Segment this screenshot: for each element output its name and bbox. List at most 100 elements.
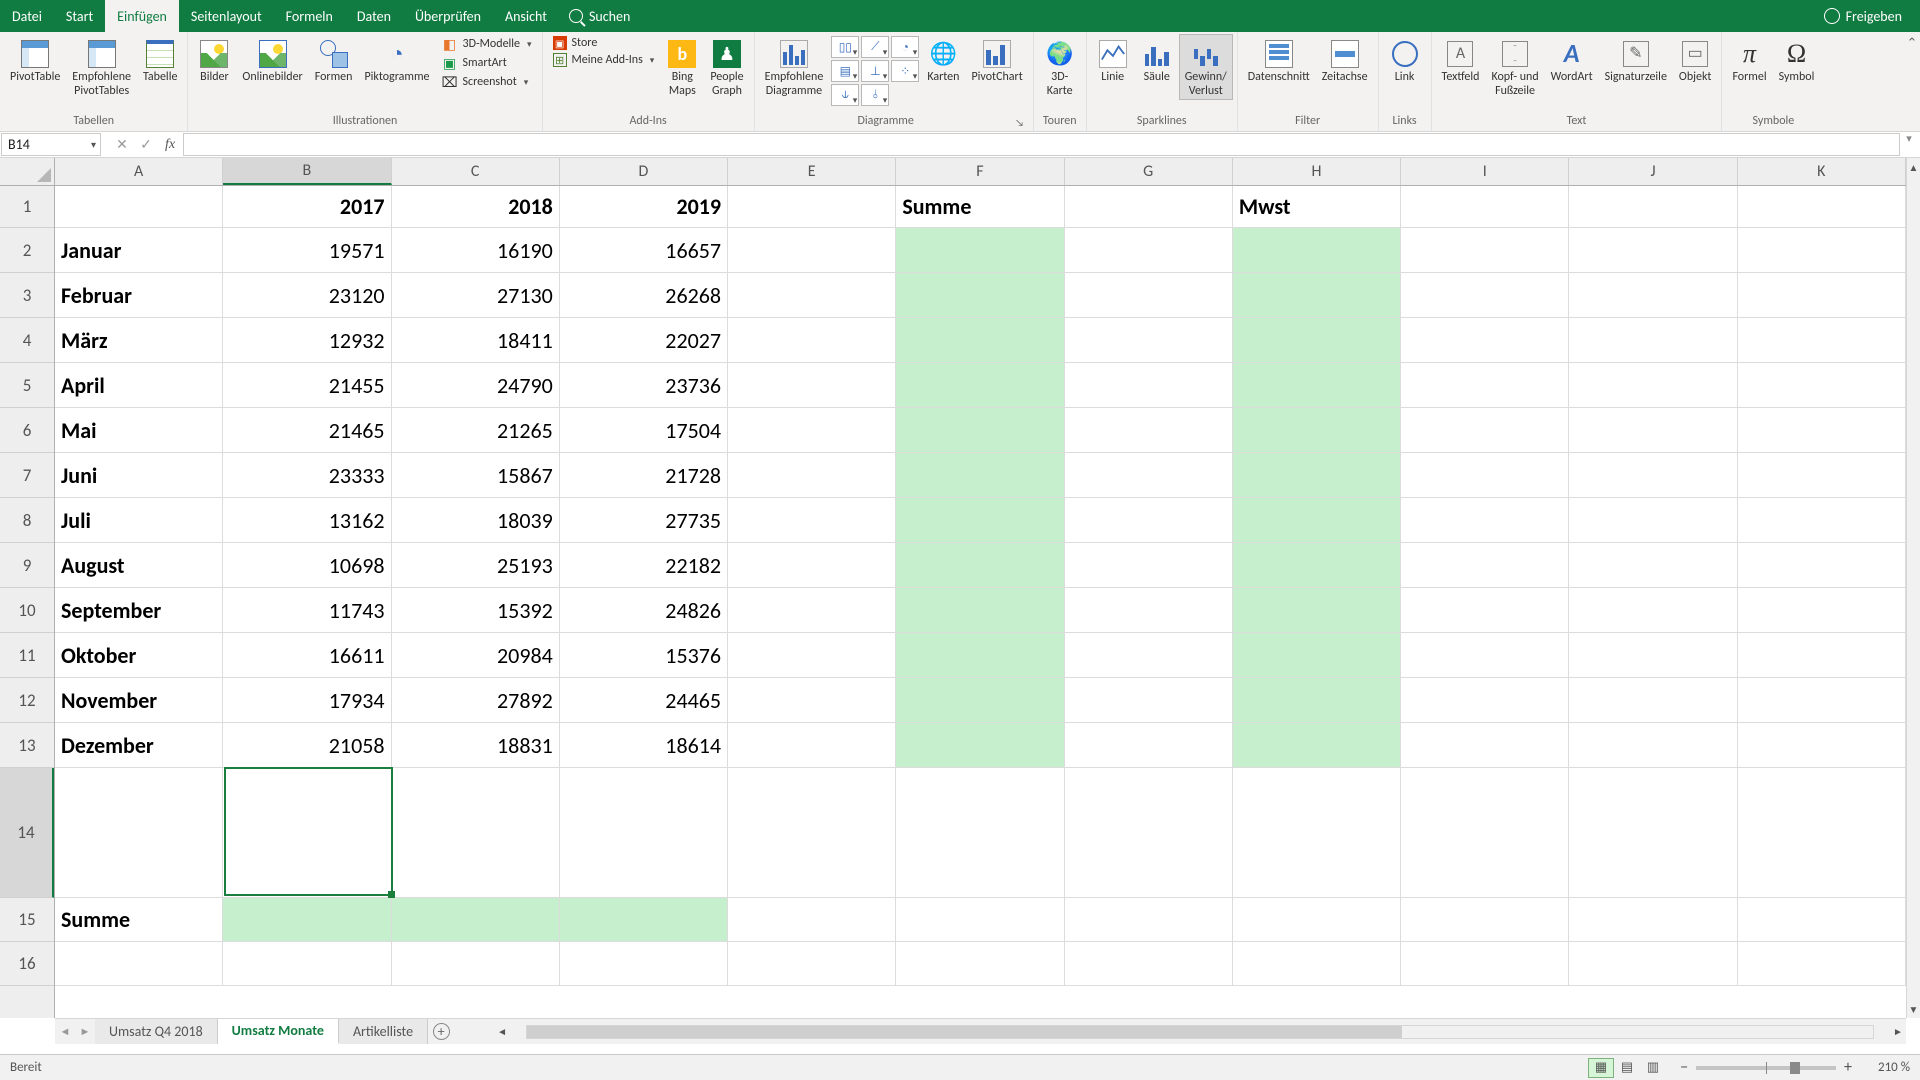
cell-C14[interactable] (392, 768, 560, 898)
cell-H1[interactable]: Mwst (1233, 186, 1401, 228)
column-header-C[interactable]: C (392, 158, 560, 185)
cell-B14[interactable] (223, 768, 391, 898)
cell-B8[interactable]: 13162 (223, 498, 391, 543)
cell-K12[interactable] (1738, 678, 1906, 723)
cell-B12[interactable]: 17934 (223, 678, 391, 723)
scroll-down-button[interactable]: ▼ (1907, 1000, 1920, 1018)
cell-D4[interactable]: 22027 (560, 318, 728, 363)
cell-C10[interactable]: 15392 (392, 588, 560, 633)
cell-C16[interactable] (392, 942, 560, 986)
object-button[interactable]: ▭ Objekt (1673, 34, 1718, 86)
scroll-right-button[interactable]: ► (1890, 1025, 1906, 1039)
tab-ueberpruefen[interactable]: Überprüfen (403, 0, 493, 32)
insert-function-button[interactable]: fx (158, 132, 182, 157)
cell-E16[interactable] (728, 942, 896, 986)
row-header-11[interactable]: 11 (0, 633, 54, 678)
sparkline-line-button[interactable]: Linie (1091, 34, 1135, 86)
store-button[interactable]: ▣Store (550, 35, 658, 51)
cell-J7[interactable] (1569, 453, 1737, 498)
cell-G13[interactable] (1065, 723, 1233, 768)
zoom-level[interactable]: 210 % (1860, 1060, 1910, 1075)
online-pictures-button[interactable]: Onlinebilder (236, 34, 308, 86)
cell-J12[interactable] (1569, 678, 1737, 723)
row-header-4[interactable]: 4 (0, 318, 54, 363)
cell-A14[interactable] (55, 768, 223, 898)
cell-G1[interactable] (1065, 186, 1233, 228)
sheet-nav-next[interactable]: ► (75, 1019, 95, 1044)
cell-C15[interactable] (392, 898, 560, 942)
combo-chart-button[interactable]: ⫰▾ (861, 84, 889, 106)
cell-K9[interactable] (1738, 543, 1906, 588)
collapse-ribbon-button[interactable]: ⌃ (1904, 32, 1920, 131)
column-header-B[interactable]: B (223, 158, 391, 185)
cell-E13[interactable] (728, 723, 896, 768)
new-sheet-button[interactable]: + (428, 1019, 454, 1044)
cell-D15[interactable] (560, 898, 728, 942)
cell-E2[interactable] (728, 228, 896, 273)
cell-F2[interactable] (896, 228, 1064, 273)
select-all-button[interactable] (0, 158, 55, 186)
cell-I5[interactable] (1401, 363, 1569, 408)
row-header-2[interactable]: 2 (0, 228, 54, 273)
zoom-in-button[interactable]: + (1844, 1058, 1852, 1077)
cell-D2[interactable]: 16657 (560, 228, 728, 273)
cell-I16[interactable] (1401, 942, 1569, 986)
vertical-scrollbar[interactable]: ▲ ▼ (1906, 158, 1920, 1018)
cell-E15[interactable] (728, 898, 896, 942)
cell-G9[interactable] (1065, 543, 1233, 588)
cell-H2[interactable] (1233, 228, 1401, 273)
cell-H12[interactable] (1233, 678, 1401, 723)
cell-K1[interactable] (1738, 186, 1906, 228)
cell-H4[interactable] (1233, 318, 1401, 363)
cell-H7[interactable] (1233, 453, 1401, 498)
cell-D1[interactable]: 2019 (560, 186, 728, 228)
scroll-up-button[interactable]: ▲ (1907, 158, 1920, 176)
cell-J14[interactable] (1569, 768, 1737, 898)
cell-F5[interactable] (896, 363, 1064, 408)
sparkline-winloss-button[interactable]: Gewinn/ Verlust (1179, 34, 1233, 100)
cell-E5[interactable] (728, 363, 896, 408)
cell-A3[interactable]: Februar (55, 273, 223, 318)
row-header-13[interactable]: 13 (0, 723, 54, 768)
cell-H11[interactable] (1233, 633, 1401, 678)
cell-J5[interactable] (1569, 363, 1737, 408)
cell-G8[interactable] (1065, 498, 1233, 543)
column-header-K[interactable]: K (1738, 158, 1906, 185)
cell-D5[interactable]: 23736 (560, 363, 728, 408)
row-header-14[interactable]: 14 (0, 768, 54, 898)
recommended-pivottables-button[interactable]: Empfohlene PivotTables (66, 34, 137, 100)
statistic-chart-button[interactable]: ⊥▾ (861, 60, 889, 82)
tab-daten[interactable]: Daten (345, 0, 403, 32)
zoom-out-button[interactable]: − (1680, 1058, 1688, 1077)
cell-I11[interactable] (1401, 633, 1569, 678)
cell-K13[interactable] (1738, 723, 1906, 768)
cell-H10[interactable] (1233, 588, 1401, 633)
cell-E11[interactable] (728, 633, 896, 678)
cell-A7[interactable]: Juni (55, 453, 223, 498)
cell-K11[interactable] (1738, 633, 1906, 678)
column-header-D[interactable]: D (560, 158, 728, 185)
cell-D16[interactable] (560, 942, 728, 986)
timeline-button[interactable]: Zeitachse (1316, 34, 1374, 86)
cell-F1[interactable]: Summe (896, 186, 1064, 228)
cell-B15[interactable] (223, 898, 391, 942)
cell-C4[interactable]: 18411 (392, 318, 560, 363)
cell-J9[interactable] (1569, 543, 1737, 588)
cell-H14[interactable] (1233, 768, 1401, 898)
cell-I10[interactable] (1401, 588, 1569, 633)
cell-C6[interactable]: 21265 (392, 408, 560, 453)
cell-B9[interactable]: 10698 (223, 543, 391, 588)
cell-B5[interactable]: 21455 (223, 363, 391, 408)
cell-B3[interactable]: 23120 (223, 273, 391, 318)
cell-G14[interactable] (1065, 768, 1233, 898)
cell-D10[interactable]: 24826 (560, 588, 728, 633)
cell-D13[interactable]: 18614 (560, 723, 728, 768)
tab-datei[interactable]: Datei (0, 0, 54, 32)
cell-G15[interactable] (1065, 898, 1233, 942)
column-header-H[interactable]: H (1233, 158, 1401, 185)
cell-A10[interactable]: September (55, 588, 223, 633)
cell-D11[interactable]: 15376 (560, 633, 728, 678)
column-header-G[interactable]: G (1065, 158, 1233, 185)
cell-A13[interactable]: Dezember (55, 723, 223, 768)
horizontal-scrollbar[interactable]: ◄ ► (494, 1019, 1906, 1044)
